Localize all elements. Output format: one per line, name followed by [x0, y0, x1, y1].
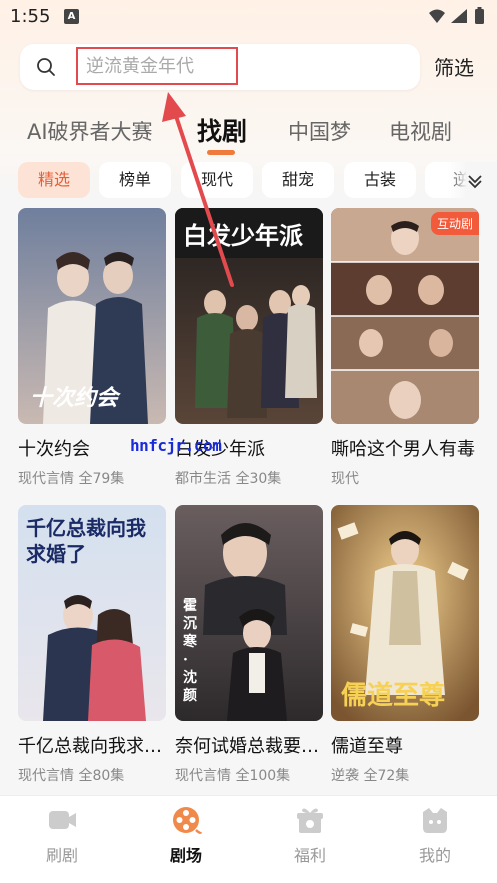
search-icon	[37, 58, 55, 76]
battery-icon	[475, 9, 484, 24]
drama-poster[interactable]: 互动剧	[331, 208, 479, 424]
chip-costume[interactable]: 古装	[344, 162, 416, 198]
nav-label: 刷剧	[45, 846, 78, 865]
watermark: hnfcjr.com	[130, 436, 222, 455]
tab-ai-contest[interactable]: AI破界者大赛	[27, 116, 153, 146]
wifi-icon	[429, 9, 445, 23]
chevron-down-icon	[468, 175, 482, 189]
nav-item-theater[interactable]: 剧场	[146, 804, 226, 866]
nav-label: 剧场	[169, 846, 202, 865]
notification-icon: A	[64, 9, 79, 24]
nav-item-welfare[interactable]: 福利	[270, 804, 350, 866]
drama-card[interactable]: 互动剧 嘶哈这个男人有毒 现代	[331, 208, 479, 488]
filter-chips: 精选 榜单 现代 甜宠 古装 逆	[0, 162, 497, 198]
drama-poster[interactable]: 千亿总裁向我求婚了	[18, 505, 166, 721]
drama-title[interactable]: 奈何试婚总裁要娶我	[175, 735, 323, 759]
filter-button[interactable]: 筛选	[434, 52, 474, 81]
video-icon	[49, 811, 76, 829]
poster-title: 儒道至尊	[341, 681, 446, 711]
drama-meta: 都市生活 全30集	[175, 471, 282, 487]
drama-poster[interactable]: 白发少年派	[175, 208, 323, 424]
film-reel-icon	[173, 807, 202, 834]
drama-card[interactable]: 儒道至尊 儒道至尊 逆袭 全72集	[331, 505, 479, 785]
search-input[interactable]	[76, 47, 238, 85]
chip-modern[interactable]: 现代	[181, 162, 253, 198]
chip-featured[interactable]: 精选	[18, 162, 90, 198]
tab-tv-series[interactable]: 电视剧	[389, 116, 452, 146]
profile-icon	[423, 808, 447, 833]
poster-title: 白发少年派	[183, 221, 303, 250]
gift-icon	[297, 808, 323, 833]
category-tabs: AI破界者大赛 找剧 中国梦 电视剧	[0, 110, 497, 160]
signal-icon	[451, 9, 467, 23]
nav-item-shuaju[interactable]: 刷剧	[22, 804, 102, 866]
chip-ranking[interactable]: 榜单	[99, 162, 171, 198]
drama-meta: 逆袭 全72集	[331, 768, 410, 784]
drama-meta: 现代言情 全79集	[18, 471, 125, 487]
poster-title: 霍沉寒 · 沈颜	[183, 598, 197, 704]
tab-find-drama[interactable]: 找剧	[197, 112, 247, 148]
drama-poster[interactable]: 儒道至尊	[331, 505, 479, 721]
tab-indicator	[207, 150, 235, 155]
drama-card[interactable]: 千亿总裁向我求婚了 千亿总裁向我求婚了 现代言情 全80集	[18, 505, 166, 785]
drama-title[interactable]: 千亿总裁向我求婚了	[18, 735, 166, 759]
drama-poster[interactable]: 十次约会	[18, 208, 166, 424]
drama-title[interactable]: 嘶哈这个男人有毒	[331, 438, 479, 462]
status-bar: 1:55 A	[0, 0, 497, 36]
poster-title: 十次约会	[30, 385, 119, 411]
status-icons	[429, 7, 484, 24]
poster-art	[331, 208, 479, 424]
search-box[interactable]	[20, 44, 420, 90]
nav-item-mine[interactable]: 我的	[395, 804, 475, 866]
tab-china-dream[interactable]: 中国梦	[288, 116, 351, 146]
nav-label: 福利	[293, 846, 326, 865]
drama-card[interactable]: 霍沉寒 · 沈颜 奈何试婚总裁要娶我 现代言情 全100集	[175, 505, 323, 785]
drama-title[interactable]: 儒道至尊	[331, 735, 479, 759]
poster-title: 千亿总裁向我求婚了	[26, 516, 146, 566]
drama-meta: 现代	[331, 471, 359, 487]
drama-meta: 现代言情 全80集	[18, 768, 125, 784]
nav-label: 我的	[418, 846, 451, 865]
drama-meta: 现代言情 全100集	[175, 768, 291, 784]
chip-sweet[interactable]: 甜宠	[262, 162, 334, 198]
interactive-badge: 互动剧	[430, 212, 479, 235]
chip-more[interactable]	[447, 162, 497, 198]
drama-poster[interactable]: 霍沉寒 · 沈颜	[175, 505, 323, 721]
bottom-nav: 刷剧 剧场 福利 我的	[0, 795, 497, 883]
status-time: 1:55	[10, 6, 51, 27]
